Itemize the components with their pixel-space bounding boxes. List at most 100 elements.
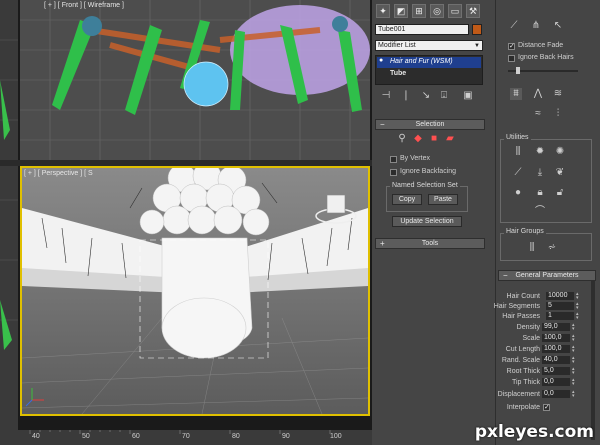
tick-label: 90 <box>282 433 290 440</box>
sphere-small-2 <box>332 16 348 32</box>
lock-icon[interactable]: 🔒︎ <box>534 187 546 199</box>
modifier-list-label: Modifier List <box>378 42 416 49</box>
tick-label: 60 <box>132 433 140 440</box>
interpolate-checkbox[interactable]: ✓ <box>543 404 550 411</box>
clump-icon[interactable]: ⟋ <box>512 167 524 179</box>
frizz-icon[interactable]: ✺ <box>554 146 566 158</box>
hair-passes-field[interactable]: 1 <box>546 312 574 320</box>
brush-icon[interactable]: ⟋ <box>508 20 520 32</box>
ignore-back-hairs-label: Ignore Back Hairs <box>518 54 574 61</box>
recomb-icon[interactable]: ≈ <box>532 108 544 120</box>
configure-sets-icon[interactable]: ▣ <box>462 90 474 102</box>
reset-rest-icon[interactable]: ⫶ <box>552 108 564 120</box>
left-viewport[interactable] <box>0 0 18 430</box>
eye-icon: ● <box>379 57 384 64</box>
modifier-list-dropdown[interactable]: Modifier List ▼ <box>375 40 483 51</box>
root-thick-label: Root Thick <box>506 368 540 375</box>
sphere-icon[interactable]: ● <box>512 187 524 199</box>
stack-item-tube[interactable]: Tube <box>377 69 481 79</box>
tools-rollout-header[interactable]: + Tools <box>375 238 485 249</box>
remove-modifier-icon[interactable]: ⍗ <box>438 90 450 102</box>
root-thick-spinner[interactable]: ▴ ▾ <box>572 367 576 376</box>
tick-label: 70 <box>182 433 190 440</box>
scale-field[interactable]: 100,0 <box>542 334 570 342</box>
modify-icon[interactable]: ◩ <box>394 4 408 18</box>
puff-roots-icon[interactable]: ✹ <box>534 146 546 158</box>
hair-count-spinner[interactable]: ▴ ▾ <box>576 292 580 301</box>
displacement-field[interactable]: 0,0 <box>542 390 570 398</box>
make-unique-icon[interactable]: ↘ <box>420 90 432 102</box>
show-end-result-icon[interactable]: ❘ <box>400 90 412 102</box>
by-vertex-checkbox[interactable] <box>390 156 397 163</box>
scale-spinner[interactable]: ▴ ▾ <box>572 334 576 343</box>
undo-icon[interactable]: ⌒ <box>534 206 546 218</box>
pop-icon[interactable]: ≋ <box>552 88 564 100</box>
pin-stack-icon[interactable]: ⊣ <box>380 90 392 102</box>
rand-scale-field[interactable]: 40,0 <box>542 356 570 364</box>
cut-length-spinner[interactable]: ▴ ▾ <box>572 345 576 354</box>
tip-thick-spinner[interactable]: ▴ ▾ <box>572 378 576 387</box>
scale-label: Scale <box>522 335 540 342</box>
stack-item-hair-and-fur[interactable]: ● Hair and Fur (WSM) <box>377 57 481 68</box>
cut-length-field[interactable]: 100,0 <box>542 345 570 353</box>
attract-icon[interactable]: ⫼ <box>512 146 524 158</box>
collapse-icon: − <box>503 271 508 280</box>
displacement-label: Displacement <box>497 391 540 398</box>
object-color-swatch[interactable] <box>472 24 482 35</box>
guides-icon[interactable]: ⚲ <box>396 133 408 145</box>
slider-thumb[interactable] <box>516 67 520 74</box>
general-parameters-header[interactable]: − General Parameters <box>498 270 596 281</box>
utilities-icon[interactable]: ⚒ <box>466 4 480 18</box>
perspective-scene <box>22 168 368 414</box>
create-icon[interactable]: ✦ <box>376 4 390 18</box>
distance-fade-checkbox[interactable]: ✓ <box>508 43 515 50</box>
front-viewport[interactable]: [ + ] [ Front ] [ Wireframe ] <box>20 0 370 160</box>
tip-thick-field[interactable]: 0,0 <box>542 378 570 386</box>
ignore-back-hairs-checkbox[interactable] <box>508 55 515 62</box>
tick-label: 50 <box>82 433 90 440</box>
display-icon[interactable]: ▭ <box>448 4 462 18</box>
perspective-viewport[interactable]: [ + ] [ Perspective ] [ S <box>20 166 370 416</box>
hair-segments-field[interactable]: 5 <box>546 302 574 310</box>
panel-scrollbar[interactable] <box>591 280 595 440</box>
hair-polygon-icon[interactable]: ▰ <box>444 133 456 145</box>
pointer-icon[interactable]: ↖ <box>552 20 564 32</box>
front-viewport-label[interactable]: [ + ] [ Front ] [ Wireframe ] <box>44 2 124 9</box>
density-field[interactable]: 99,0 <box>542 323 570 331</box>
stylize-hair-icon[interactable]: ⩩ <box>510 88 522 100</box>
object-name-field[interactable]: Tube001 <box>375 24 469 35</box>
hair-passes-spinner[interactable]: ▴ ▾ <box>576 312 580 321</box>
density-label: Density <box>516 324 540 331</box>
copy-button[interactable]: Copy <box>392 194 422 205</box>
cut-icon[interactable]: ⋀ <box>532 88 544 100</box>
displacement-spinner[interactable]: ▴ ▾ <box>572 390 576 399</box>
timeline-ruler[interactable]: 40 50 60 70 80 90 100 <box>0 430 372 445</box>
perspective-viewport-label[interactable]: [ + ] [ Perspective ] [ S <box>24 170 93 177</box>
comb-icon[interactable]: ⋔ <box>530 20 542 32</box>
hair-segment-icon[interactable]: ■ <box>428 133 440 145</box>
selection-rollout-header[interactable]: − Selection <box>375 119 485 130</box>
update-selection-button[interactable]: Update Selection <box>392 216 462 227</box>
hair-vertex-icon[interactable]: ◆ <box>412 133 424 145</box>
tick-label: 80 <box>232 433 240 440</box>
motion-icon[interactable]: ◎ <box>430 4 444 18</box>
hair-groups-title: Hair Groups <box>504 228 546 235</box>
density-spinner[interactable]: ▴ ▾ <box>572 323 576 332</box>
merge-groups-icon[interactable]: ⩫ <box>546 242 558 254</box>
by-vertex-label: By Vertex <box>400 155 430 162</box>
split-groups-icon[interactable]: ⫼ <box>526 242 538 254</box>
ignore-backfacing-checkbox[interactable] <box>390 169 397 176</box>
paste-button[interactable]: Paste <box>428 194 458 205</box>
rand-scale-spinner[interactable]: ▴ ▾ <box>572 356 576 365</box>
selection-rollout-title: Selection <box>415 121 445 128</box>
unlock-icon[interactable]: 🔓︎ <box>554 187 566 199</box>
watermark-logo: pxleyes.com <box>474 422 594 442</box>
hair-count-field[interactable]: 10000 <box>546 292 574 300</box>
root-thick-field[interactable]: 5,0 <box>542 367 570 375</box>
hair-passes-label: Hair Passes <box>502 313 540 320</box>
hierarchy-icon[interactable]: ⊞ <box>412 4 426 18</box>
hair-segments-spinner[interactable]: ▴ ▾ <box>576 302 580 311</box>
stack-item-label: Tube <box>390 70 407 77</box>
pull-down-icon[interactable]: ⤓ <box>534 167 546 179</box>
feather-icon[interactable]: ❦ <box>554 167 566 179</box>
